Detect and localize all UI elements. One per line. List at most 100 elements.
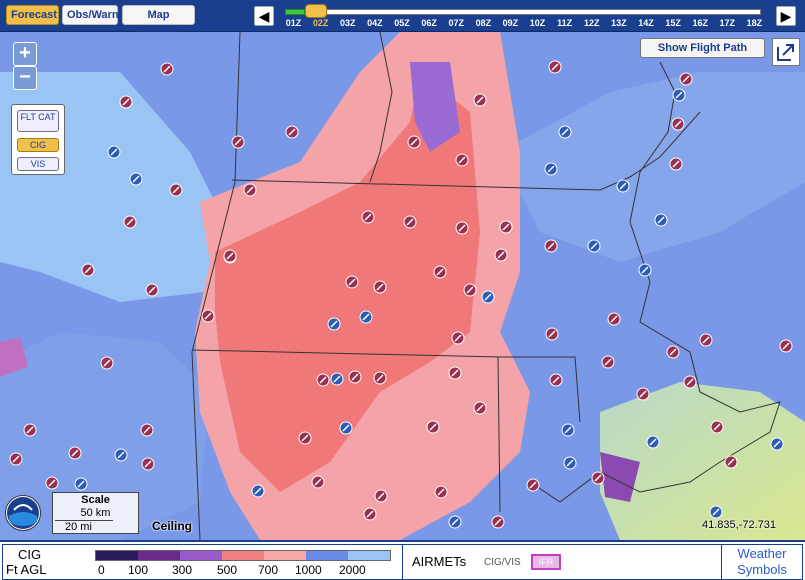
- weather-symbols-link[interactable]: Weather Symbols: [722, 546, 802, 578]
- station-marker[interactable]: [345, 275, 359, 289]
- station-marker[interactable]: [145, 283, 159, 297]
- station-marker[interactable]: [311, 475, 325, 489]
- ceiling-layer-button[interactable]: CIG: [17, 138, 59, 152]
- timeline-handle[interactable]: [305, 4, 327, 18]
- zoom-out-button[interactable]: −: [13, 66, 37, 90]
- station-marker[interactable]: [455, 221, 469, 235]
- station-marker[interactable]: [9, 452, 23, 466]
- timeline-hour-07z[interactable]: 07Z: [443, 18, 470, 30]
- station-marker[interactable]: [129, 172, 143, 186]
- next-hour-button[interactable]: ▶: [776, 6, 796, 26]
- station-marker[interactable]: [561, 423, 575, 437]
- station-marker[interactable]: [426, 420, 440, 434]
- station-marker[interactable]: [654, 213, 668, 227]
- station-marker[interactable]: [23, 423, 37, 437]
- station-marker[interactable]: [544, 162, 558, 176]
- station-marker[interactable]: [709, 505, 723, 519]
- station-marker[interactable]: [671, 117, 685, 131]
- station-marker[interactable]: [119, 95, 133, 109]
- timeline-hour-10z[interactable]: 10Z: [524, 18, 551, 30]
- station-marker[interactable]: [607, 312, 621, 326]
- station-marker[interactable]: [451, 331, 465, 345]
- station-marker[interactable]: [373, 280, 387, 294]
- timeline-hour-11z[interactable]: 11Z: [551, 18, 578, 30]
- station-marker[interactable]: [679, 72, 693, 86]
- station-marker[interactable]: [473, 401, 487, 415]
- timeline-hour-17z[interactable]: 17Z: [714, 18, 741, 30]
- visibility-layer-button[interactable]: VIS: [17, 157, 59, 171]
- station-marker[interactable]: [473, 93, 487, 107]
- timeline-slider[interactable]: 01Z 02Z 03Z 04Z 05Z 06Z 07Z 08Z 09Z 10Z 11Z 12Z 13Z 1…: [280, 4, 768, 30]
- station-marker[interactable]: [223, 249, 237, 263]
- station-marker[interactable]: [298, 431, 312, 445]
- station-marker[interactable]: [481, 290, 495, 304]
- timeline-hour-14z[interactable]: 14Z: [632, 18, 659, 30]
- timeline-hour-16z[interactable]: 16Z: [687, 18, 714, 30]
- station-marker[interactable]: [433, 265, 447, 279]
- station-marker[interactable]: [448, 515, 462, 529]
- station-marker[interactable]: [591, 471, 605, 485]
- station-marker[interactable]: [646, 435, 660, 449]
- station-marker[interactable]: [672, 88, 686, 102]
- station-marker[interactable]: [494, 248, 508, 262]
- station-marker[interactable]: [374, 489, 388, 503]
- obs-warn-button[interactable]: Obs/Warn: [62, 5, 119, 25]
- timeline-hour-12z[interactable]: 12Z: [578, 18, 605, 30]
- station-marker[interactable]: [587, 239, 601, 253]
- station-marker[interactable]: [548, 60, 562, 74]
- station-marker[interactable]: [363, 507, 377, 521]
- station-marker[interactable]: [231, 135, 245, 149]
- station-marker[interactable]: [81, 263, 95, 277]
- station-marker[interactable]: [74, 477, 88, 491]
- station-marker[interactable]: [327, 317, 341, 331]
- flight-category-layer-button[interactable]: FLT CAT: [17, 110, 59, 132]
- station-marker[interactable]: [407, 135, 421, 149]
- timeline-hour-08z[interactable]: 08Z: [470, 18, 497, 30]
- previous-hour-button[interactable]: ◀: [254, 6, 274, 26]
- station-marker[interactable]: [724, 455, 738, 469]
- station-marker[interactable]: [455, 153, 469, 167]
- timeline-hour-04z[interactable]: 04Z: [361, 18, 388, 30]
- station-marker[interactable]: [160, 62, 174, 76]
- zoom-in-button[interactable]: +: [13, 42, 37, 66]
- station-marker[interactable]: [669, 157, 683, 171]
- station-marker[interactable]: [348, 370, 362, 384]
- station-marker[interactable]: [285, 125, 299, 139]
- expand-map-button[interactable]: [772, 38, 800, 66]
- station-marker[interactable]: [114, 448, 128, 462]
- station-marker[interactable]: [636, 387, 650, 401]
- station-marker[interactable]: [499, 220, 513, 234]
- station-marker[interactable]: [251, 484, 265, 498]
- station-marker[interactable]: [710, 420, 724, 434]
- station-marker[interactable]: [491, 515, 505, 529]
- station-marker[interactable]: [330, 372, 344, 386]
- station-marker[interactable]: [68, 446, 82, 460]
- station-marker[interactable]: [563, 456, 577, 470]
- station-marker[interactable]: [666, 345, 680, 359]
- station-marker[interactable]: [544, 239, 558, 253]
- forecast-button[interactable]: Forecast: [6, 5, 59, 25]
- station-marker[interactable]: [339, 421, 353, 435]
- show-flight-path-button[interactable]: Show Flight Path: [640, 38, 765, 58]
- station-marker[interactable]: [638, 263, 652, 277]
- station-marker[interactable]: [526, 478, 540, 492]
- station-marker[interactable]: [141, 457, 155, 471]
- ceiling-map[interactable]: + − FLT CAT CIG VIS Show Flight Path Sca…: [0, 32, 805, 540]
- station-marker[interactable]: [448, 366, 462, 380]
- station-marker[interactable]: [699, 333, 713, 347]
- station-marker[interactable]: [201, 309, 215, 323]
- station-marker[interactable]: [601, 355, 615, 369]
- station-marker[interactable]: [45, 476, 59, 490]
- station-marker[interactable]: [140, 423, 154, 437]
- timeline-hour-18z[interactable]: 18Z: [741, 18, 768, 30]
- station-marker[interactable]: [100, 356, 114, 370]
- station-marker[interactable]: [123, 215, 137, 229]
- station-marker[interactable]: [770, 437, 784, 451]
- station-marker[interactable]: [549, 373, 563, 387]
- station-marker[interactable]: [316, 373, 330, 387]
- station-marker[interactable]: [616, 179, 630, 193]
- timeline-hour-01z[interactable]: 01Z: [280, 18, 307, 30]
- station-marker[interactable]: [779, 339, 793, 353]
- station-marker[interactable]: [434, 485, 448, 499]
- station-marker[interactable]: [403, 215, 417, 229]
